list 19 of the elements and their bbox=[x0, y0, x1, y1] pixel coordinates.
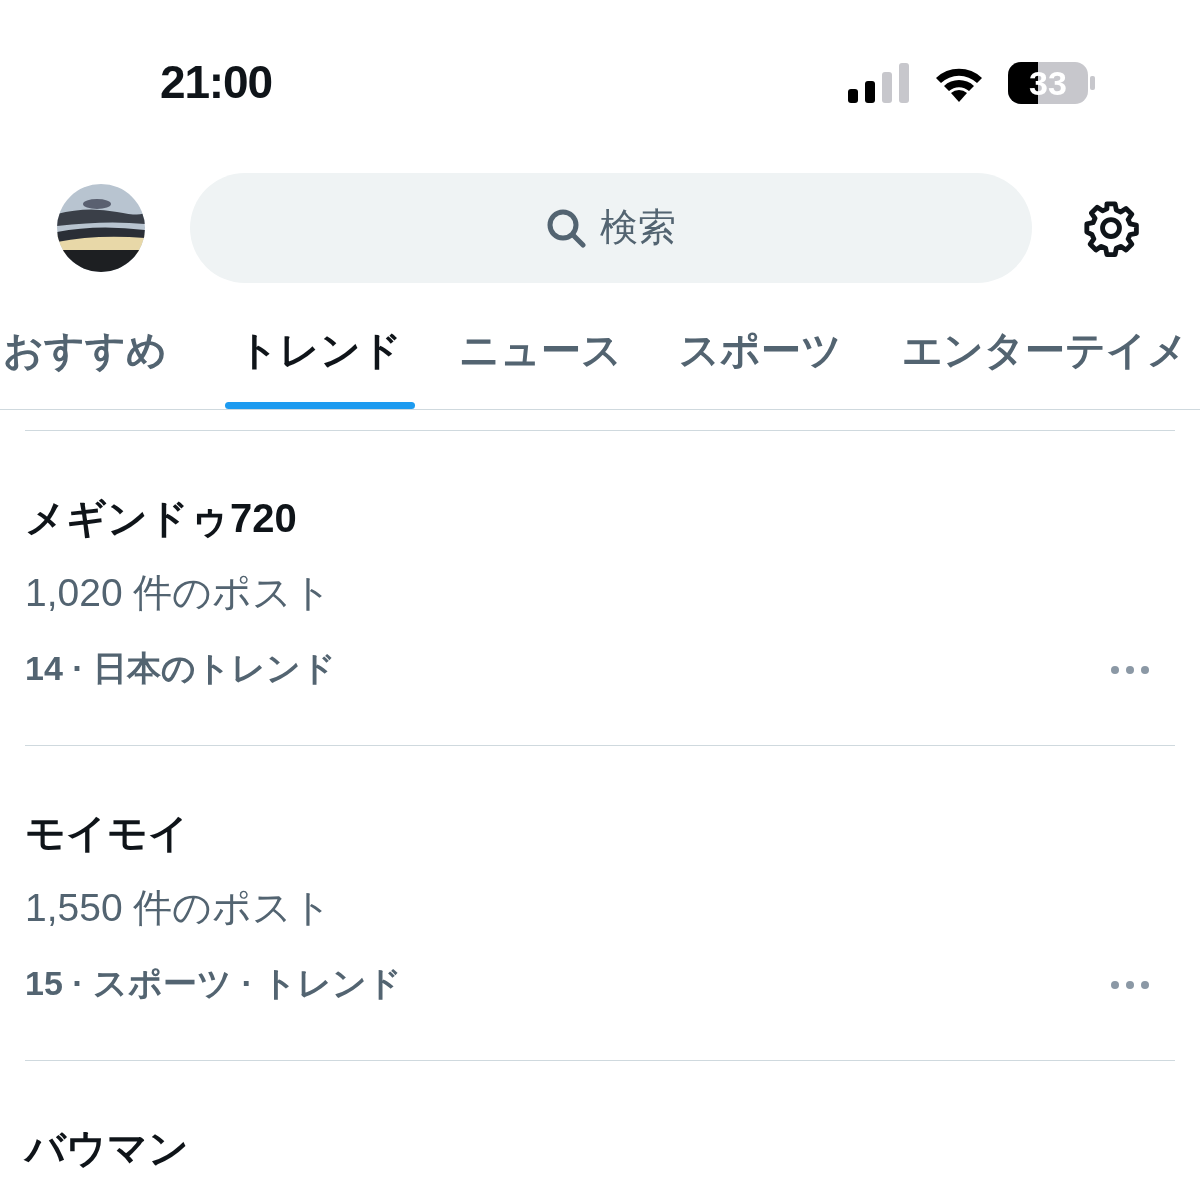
more-icon[interactable] bbox=[1110, 665, 1150, 675]
tab[interactable]: おすすめ bbox=[0, 290, 170, 409]
search-icon bbox=[546, 207, 586, 248]
tab[interactable]: ニュース bbox=[440, 290, 640, 409]
search-field[interactable]: 検索 bbox=[190, 172, 1032, 283]
settings-icon[interactable] bbox=[1082, 198, 1140, 257]
trend-title[interactable]: バウマン bbox=[25, 1113, 1175, 1183]
status-time: 21:00 bbox=[160, 55, 272, 110]
post-count: 1,550 件のポスト bbox=[25, 885, 334, 931]
tab[interactable]: トレンド bbox=[225, 290, 415, 409]
trend-title[interactable]: メギンドゥ720 bbox=[25, 483, 1175, 553]
trend-meta: 15 · スポーツ · トレンド bbox=[25, 963, 403, 1004]
tab[interactable]: スポーツ bbox=[660, 290, 860, 409]
post-count: 1,020 件のポスト bbox=[25, 570, 334, 616]
tab[interactable]: エンターテイメ bbox=[890, 290, 1200, 409]
trend-meta: 14 · 日本のトレンド bbox=[25, 648, 337, 689]
more-icon[interactable] bbox=[1110, 980, 1150, 990]
trend-title[interactable]: モイモイ bbox=[25, 798, 1175, 868]
signal-icon bbox=[848, 62, 910, 103]
